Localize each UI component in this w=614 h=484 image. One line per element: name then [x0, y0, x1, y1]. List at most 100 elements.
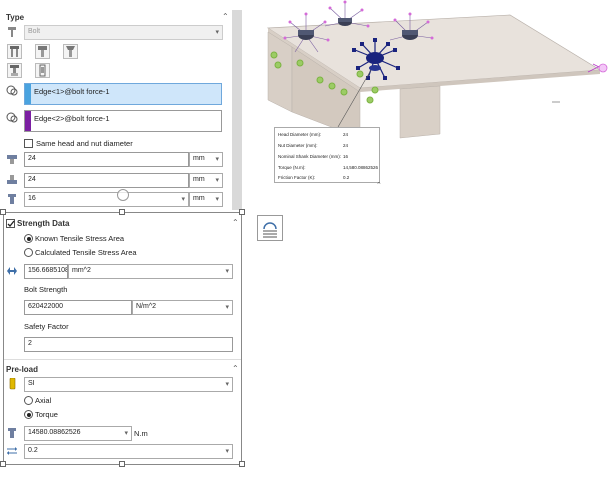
edge-selection-icon-2 [6, 112, 18, 124]
same-head-nut-checkbox[interactable] [24, 139, 33, 148]
resize-handle-tl[interactable] [0, 209, 6, 215]
unit-system-icon [7, 377, 19, 390]
nut-diameter-unit-select[interactable]: mm ▾ [189, 173, 223, 188]
chevron-down-icon: ▾ [215, 196, 219, 203]
bolt-info-tooltip: Head Diameter (mm): 24 Nut Diameter (mm)… [274, 127, 380, 183]
collapse-preload-chevron-icon[interactable]: ⌃ [232, 364, 239, 373]
leg-right-face [399, 85, 441, 139]
chevron-down-icon: ▾ [225, 448, 229, 455]
axial-label: Axial [35, 396, 52, 405]
tooltip-value-0: 24 [343, 132, 349, 137]
text-wrap-icon [263, 222, 277, 238]
cursor-busy-icon [117, 189, 129, 201]
shank-diameter-unit-select[interactable]: mm ▾ [189, 192, 223, 207]
torque-radio[interactable] [24, 410, 33, 419]
collapse-type-chevron-icon[interactable]: ⌃ [222, 12, 229, 21]
same-head-nut-label: Same head and nut diameter [36, 139, 133, 148]
friction-factor-value: 0.2 [28, 447, 38, 454]
tooltip-value-4: 0.2 [343, 175, 350, 180]
unit-system-value: SI [28, 380, 35, 387]
tooltip-collapse-chevron-icon[interactable]: ⌃ [376, 181, 382, 189]
tooltip-value-1: 24 [343, 143, 349, 148]
bolt-type-select-value: Bolt [28, 28, 41, 35]
shank-diameter-value: 16 [28, 195, 36, 202]
shank-diameter-icon [6, 193, 18, 205]
tooltip-label-4: Friction Factor (K): [278, 175, 316, 180]
bolt-type-icon [6, 26, 18, 38]
nut-diameter-unit: mm [193, 176, 205, 183]
shank-diameter-select[interactable]: 16 ▾ [24, 192, 189, 207]
edge1-color-swatch [25, 84, 31, 104]
bolt-strength-input[interactable]: 620422000 [24, 300, 132, 315]
counterbore-bolt-button[interactable] [35, 44, 50, 59]
friction-factor-select[interactable]: 0.2 ▾ [24, 444, 233, 459]
bolt-property-manager: Type ⌃ Bolt ▾ Edge<1>@bolt force-1 Edge<… [0, 0, 246, 484]
chevron-down-icon: ▾ [225, 304, 229, 311]
strength-data-checkbox[interactable] [6, 219, 15, 228]
unit-system-select[interactable]: SI ▾ [24, 377, 233, 392]
bolt-strength-unit-select[interactable]: N/m^2 ▾ [132, 300, 233, 315]
chevron-down-icon: ▾ [225, 381, 229, 388]
resize-handle-bm[interactable] [119, 461, 125, 467]
chevron-down-icon: ▾ [181, 196, 185, 203]
head-diameter-unit-select[interactable]: mm ▾ [189, 152, 223, 167]
standard-bolt-button[interactable] [7, 44, 22, 59]
resize-handle-tm[interactable] [119, 209, 125, 215]
known-tensile-radio[interactable] [24, 234, 33, 243]
tooltip-value-2: 16 [343, 154, 349, 159]
countersink-bolt-button[interactable] [63, 44, 78, 59]
panel-scrollbar[interactable] [232, 10, 242, 210]
safety-factor-label: Safety Factor [24, 322, 69, 331]
tensile-area-unit-select[interactable]: mm^2 ▾ [68, 264, 233, 279]
foundation-bolt-button[interactable] [7, 63, 22, 78]
bolt-type-select[interactable]: Bolt ▾ [24, 25, 223, 40]
tensile-area-unit: mm^2 [72, 267, 91, 274]
chevron-down-icon: ▾ [124, 430, 128, 437]
chevron-down-icon: ▾ [215, 29, 219, 36]
resize-handle-bl[interactable] [0, 461, 6, 467]
tensile-area-icon [6, 265, 18, 277]
tensile-area-input[interactable]: 156.6685108 [24, 264, 68, 279]
pin-bolt-button[interactable] [35, 63, 50, 78]
edge1-selection-label: Edge<1>@bolt force-1 [34, 87, 110, 96]
torque-value: 14580.08862526 [28, 429, 81, 436]
head-diameter-icon [6, 153, 18, 165]
nut-diameter-input[interactable]: 24 [24, 173, 189, 188]
torque-label: Torque [35, 410, 58, 419]
safety-factor-input[interactable]: 2 [24, 337, 233, 352]
section-divider [4, 359, 241, 360]
nut-diameter-icon [6, 174, 18, 186]
shank-diameter-unit: mm [193, 195, 205, 202]
head-diameter-input[interactable]: 24 [24, 152, 189, 167]
edge2-selection-box[interactable]: Edge<2>@bolt force-1 [24, 110, 222, 132]
edge2-color-swatch [25, 111, 31, 131]
axial-radio[interactable] [24, 396, 33, 405]
preload-title: Pre-load [6, 365, 39, 374]
bolt-strength-label: Bolt Strength [24, 285, 68, 294]
chevron-down-icon: ▾ [215, 156, 219, 163]
edge1-selection-box[interactable]: Edge<1>@bolt force-1 [24, 83, 222, 105]
head-diameter-unit: mm [193, 155, 205, 162]
chevron-down-icon: ▾ [225, 268, 229, 275]
calculated-tensile-label: Calculated Tensile Stress Area [35, 248, 137, 257]
torque-value-select[interactable]: 14580.08862526 ▾ [24, 426, 132, 441]
resize-handle-tr[interactable] [239, 209, 245, 215]
tooltip-label-0: Head Diameter (mm): [278, 132, 322, 137]
collapse-strength-chevron-icon[interactable]: ⌃ [232, 218, 239, 227]
tooltip-label-3: Torque (N.m): [278, 165, 306, 170]
edge2-selection-label: Edge<2>@bolt force-1 [34, 114, 110, 123]
type-section-title: Type [6, 13, 25, 22]
tooltip-value-3: 14,580.08862526 [343, 165, 379, 170]
known-tensile-label: Known Tensile Stress Area [35, 234, 125, 243]
torque-value-icon [6, 427, 18, 439]
chevron-down-icon: ▾ [215, 177, 219, 184]
edge-selection-icon [6, 85, 18, 97]
strength-data-title: Strength Data [17, 219, 70, 228]
bolt-strength-unit: N/m^2 [136, 303, 157, 310]
text-wrap-tool-button[interactable] [257, 215, 283, 241]
resize-handle-br[interactable] [239, 461, 245, 467]
tooltip-label-1: Nut Diameter (mm): [278, 143, 318, 148]
calculated-tensile-radio[interactable] [24, 248, 33, 257]
friction-factor-icon [6, 445, 18, 457]
tooltip-label-2: Nominal Shank Diameter (mm): [278, 154, 342, 159]
